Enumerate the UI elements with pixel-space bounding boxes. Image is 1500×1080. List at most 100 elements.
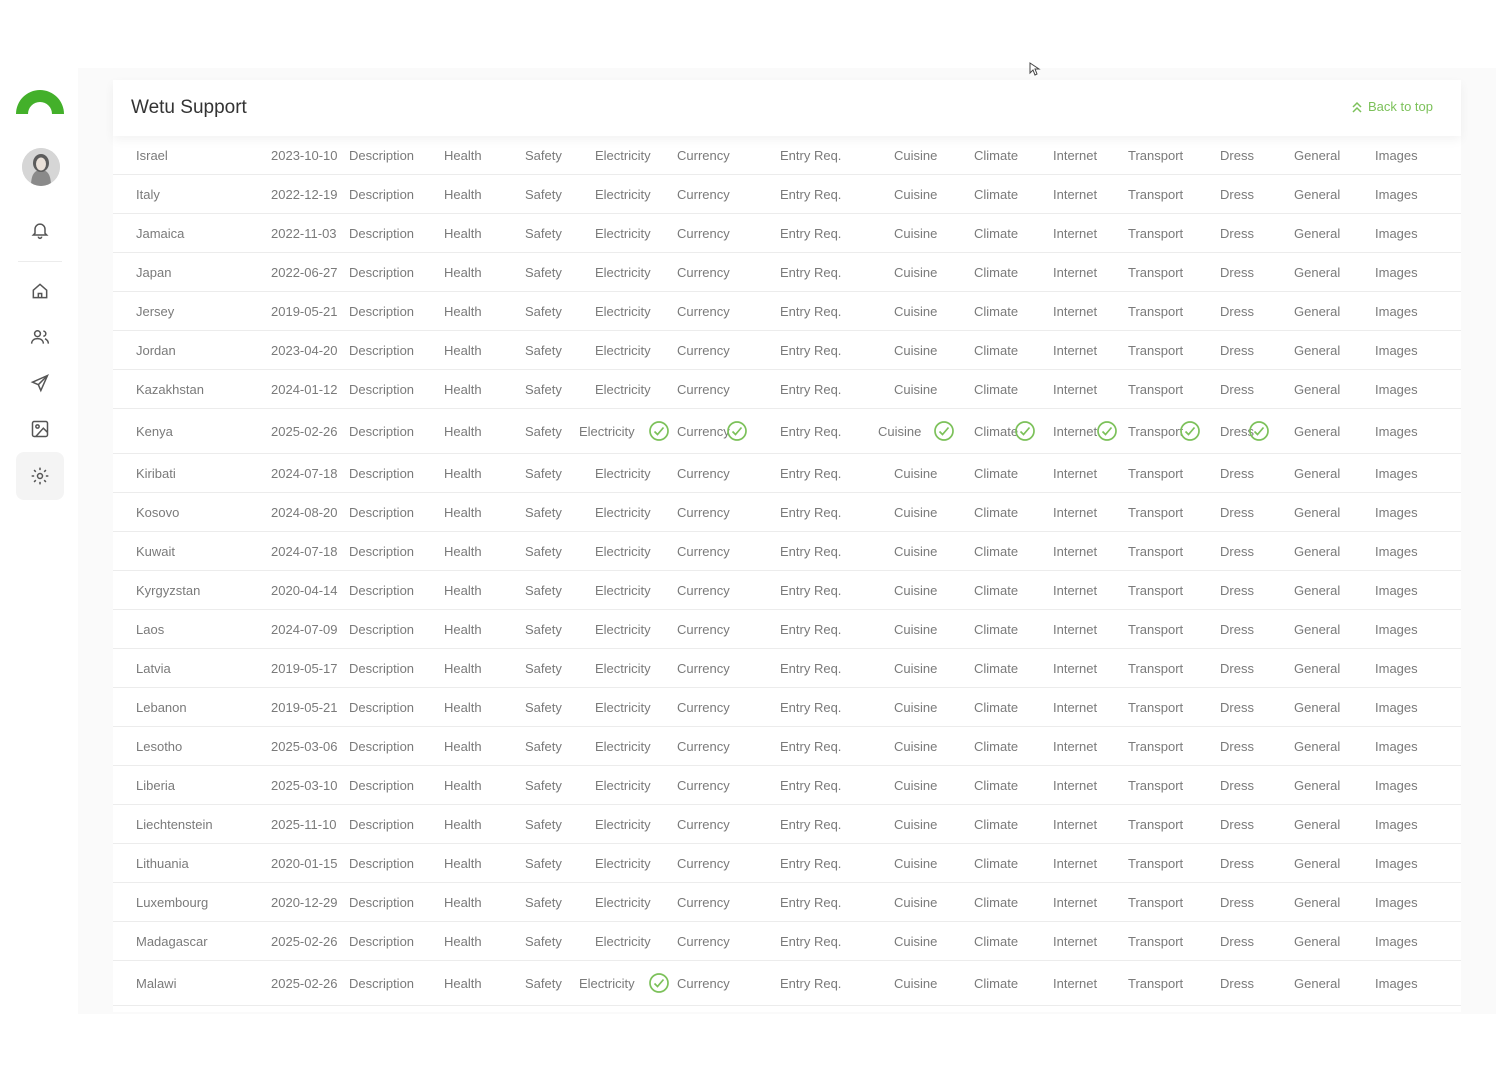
section-link-description[interactable]: Description [349, 844, 414, 882]
section-link-cuisine[interactable]: Cuisine [894, 175, 937, 213]
section-link-health[interactable]: Health [444, 688, 482, 726]
section-link-transport[interactable]: Transport [1128, 175, 1183, 213]
section-link-images[interactable]: Images [1375, 883, 1418, 921]
section-link-health[interactable]: Health [444, 175, 482, 213]
section-link-cuisine[interactable]: Cuisine [894, 292, 937, 330]
section-link-general[interactable]: General [1294, 883, 1340, 921]
country-name[interactable]: Kuwait [136, 532, 175, 570]
section-link-description[interactable]: Description [349, 292, 414, 330]
section-link-images[interactable]: Images [1375, 253, 1418, 291]
section-link-cuisine[interactable]: Cuisine [894, 961, 937, 1005]
section-link-transport[interactable]: Transport [1128, 214, 1183, 252]
section-link-currency[interactable]: Currency [677, 493, 730, 531]
section-link-currency[interactable]: Currency [677, 727, 730, 765]
section-link-entry-req[interactable]: Entry Req. [780, 883, 841, 921]
section-link-climate[interactable]: Climate [974, 454, 1018, 492]
section-link-climate[interactable]: Climate [974, 409, 1018, 453]
section-link-description[interactable]: Description [349, 727, 414, 765]
section-link-cuisine[interactable]: Cuisine [894, 805, 937, 843]
section-link-entry-req[interactable]: Entry Req. [780, 370, 841, 408]
section-link-climate[interactable]: Climate [974, 805, 1018, 843]
section-link-internet[interactable]: Internet [1053, 253, 1097, 291]
section-link-internet[interactable]: Internet [1053, 610, 1097, 648]
section-link-images[interactable]: Images [1375, 766, 1418, 804]
section-link-currency[interactable]: Currency [677, 370, 730, 408]
section-link-transport[interactable]: Transport [1128, 409, 1183, 453]
section-link-cuisine[interactable]: Cuisine [894, 883, 937, 921]
section-link-transport[interactable]: Transport [1128, 844, 1183, 882]
gear-icon[interactable] [16, 452, 64, 500]
table-row[interactable]: Liechtenstein 2025-11-10 Description Health… [113, 805, 1461, 844]
section-link-transport[interactable]: Transport [1128, 136, 1183, 174]
country-name[interactable]: Malawi [136, 961, 176, 1005]
section-link-transport[interactable]: Transport [1128, 253, 1183, 291]
section-link-internet[interactable]: Internet [1053, 961, 1097, 1005]
section-link-transport[interactable]: Transport [1128, 571, 1183, 609]
users-icon[interactable] [28, 325, 52, 349]
country-name[interactable]: Luxembourg [136, 883, 208, 921]
table-row[interactable]: Jordan 2023-04-20 Description Health Safety E… [113, 331, 1461, 370]
country-name[interactable]: Liberia [136, 766, 175, 804]
section-link-dress[interactable]: Dress [1220, 175, 1254, 213]
section-link-currency[interactable]: Currency [677, 805, 730, 843]
section-link-transport[interactable]: Transport [1128, 883, 1183, 921]
section-link-cuisine[interactable]: Cuisine [894, 688, 937, 726]
section-link-internet[interactable]: Internet [1053, 370, 1097, 408]
section-link-images[interactable]: Images [1375, 805, 1418, 843]
section-link-description[interactable]: Description [349, 649, 414, 687]
section-link-dress[interactable]: Dress [1220, 922, 1254, 960]
section-link-transport[interactable]: Transport [1128, 454, 1183, 492]
section-link-entry-req[interactable]: Entry Req. [780, 409, 841, 453]
section-link-safety[interactable]: Safety [525, 571, 562, 609]
section-link-safety[interactable]: Safety [525, 331, 562, 369]
send-icon[interactable] [28, 371, 52, 395]
section-link-internet[interactable]: Internet [1053, 844, 1097, 882]
country-name[interactable]: Kenya [136, 409, 173, 453]
section-link-health[interactable]: Health [444, 532, 482, 570]
section-link-images[interactable]: Images [1375, 136, 1418, 174]
section-link-cuisine[interactable]: Cuisine [894, 370, 937, 408]
table-row[interactable]: Latvia 2019-05-17 Description Health Safety E… [113, 649, 1461, 688]
section-link-electricity[interactable]: Electricity [595, 370, 651, 408]
section-link-currency[interactable]: Currency [677, 532, 730, 570]
section-link-internet[interactable]: Internet [1053, 922, 1097, 960]
section-link-safety[interactable]: Safety [525, 922, 562, 960]
section-link-climate[interactable]: Climate [974, 961, 1018, 1005]
section-link-general[interactable]: General [1294, 571, 1340, 609]
section-link-currency[interactable]: Currency [677, 136, 730, 174]
section-link-transport[interactable]: Transport [1128, 331, 1183, 369]
section-link-general[interactable]: General [1294, 922, 1340, 960]
section-link-health[interactable]: Health [444, 136, 482, 174]
section-link-internet[interactable]: Internet [1053, 454, 1097, 492]
section-link-transport[interactable]: Transport [1128, 532, 1183, 570]
section-link-currency[interactable]: Currency [677, 253, 730, 291]
country-name[interactable]: Kazakhstan [136, 370, 204, 408]
section-link-description[interactable]: Description [349, 493, 414, 531]
logo-arc-icon[interactable] [14, 84, 66, 116]
section-link-climate[interactable]: Climate [974, 331, 1018, 369]
home-icon[interactable] [28, 279, 52, 303]
country-name[interactable]: Jersey [136, 292, 174, 330]
section-link-currency[interactable]: Currency [677, 175, 730, 213]
section-link-transport[interactable]: Transport [1128, 688, 1183, 726]
section-link-cuisine[interactable]: Cuisine [894, 493, 937, 531]
section-link-electricity[interactable]: Electricity [595, 922, 651, 960]
section-link-climate[interactable]: Climate [974, 253, 1018, 291]
section-link-images[interactable]: Images [1375, 844, 1418, 882]
section-link-health[interactable]: Health [444, 961, 482, 1005]
country-name[interactable]: Lithuania [136, 844, 189, 882]
section-link-safety[interactable]: Safety [525, 883, 562, 921]
section-link-electricity[interactable]: Electricity [595, 136, 651, 174]
country-name[interactable]: Lesotho [136, 727, 182, 765]
section-link-entry-req[interactable]: Entry Req. [780, 649, 841, 687]
section-link-currency[interactable]: Currency [677, 688, 730, 726]
section-link-images[interactable]: Images [1375, 610, 1418, 648]
section-link-entry-req[interactable]: Entry Req. [780, 571, 841, 609]
section-link-safety[interactable]: Safety [525, 409, 562, 453]
section-link-general[interactable]: General [1294, 409, 1340, 453]
section-link-safety[interactable]: Safety [525, 136, 562, 174]
section-link-safety[interactable]: Safety [525, 454, 562, 492]
section-link-general[interactable]: General [1294, 454, 1340, 492]
table-row[interactable]: Liberia 2025-03-10 Description Health Safety… [113, 766, 1461, 805]
section-link-entry-req[interactable]: Entry Req. [780, 727, 841, 765]
